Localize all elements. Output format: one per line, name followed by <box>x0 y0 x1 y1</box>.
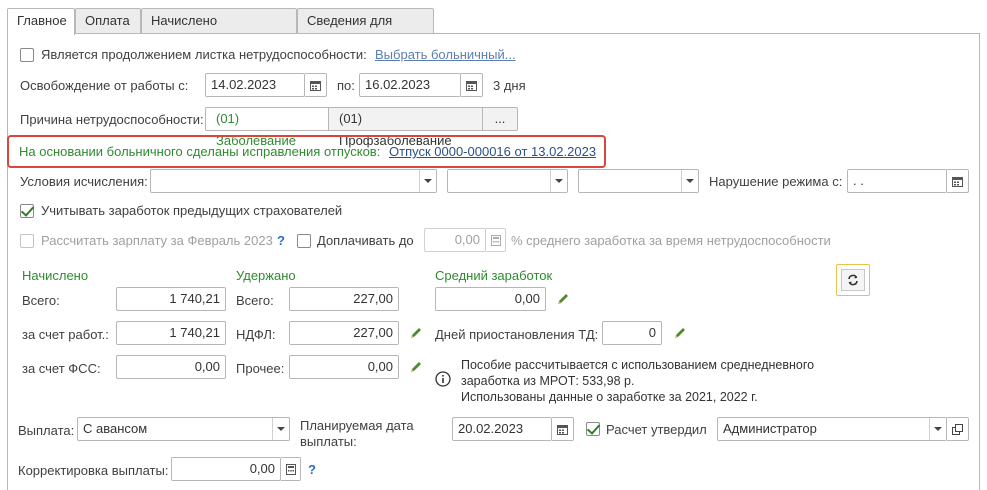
suspension-days-field[interactable]: 0 <box>602 321 662 345</box>
edit-ndfl-pencil-icon[interactable] <box>409 326 423 340</box>
info-text: Пособие рассчитывается с использованием … <box>461 357 814 405</box>
calendar-icon <box>310 80 321 91</box>
calendar-button[interactable] <box>947 169 969 193</box>
reason-option-illness[interactable]: (01) Заболевание <box>205 107 329 148</box>
release-to-field[interactable]: 16.02.2023 <box>359 73 461 97</box>
planned-date-label: Планируемая дата выплаты: <box>300 418 414 449</box>
conditions-label: Условия исчисления: <box>20 174 148 189</box>
tab-payment[interactable]: Оплата <box>75 8 141 34</box>
planned-date-field[interactable]: 20.02.2023 <box>452 417 552 441</box>
accrued-title: Начислено <box>22 268 89 283</box>
release-label: Освобождение от работы с: <box>20 78 189 93</box>
tab-bar: Главное Оплата Начислено (подробно) Свед… <box>0 0 987 52</box>
dropdown-arrow-icon[interactable] <box>681 170 698 192</box>
payment-select[interactable]: С авансом <box>77 417 290 441</box>
calculator-icon <box>285 463 296 475</box>
suspension-days-label: Дней приостановления ТД: <box>435 327 599 342</box>
edit-average-pencil-icon[interactable] <box>556 292 570 306</box>
withheld-ndfl-field[interactable]: 227,00 <box>289 321 399 345</box>
calculator-button[interactable] <box>486 228 506 252</box>
violation-date-field[interactable]: . . <box>847 169 947 193</box>
correction-notice-text: На основании больничного сделаны исправл… <box>19 144 381 159</box>
salary-calc-checkbox[interactable] <box>20 234 34 248</box>
info-line: Пособие рассчитывается с использованием … <box>461 358 815 372</box>
calculator-icon <box>490 234 501 246</box>
accrued-fss-field[interactable]: 0,00 <box>116 355 226 379</box>
correction-label: Корректировка выплаты: <box>18 463 169 478</box>
refresh-button-inner <box>841 269 865 291</box>
reason-option-occupational[interactable]: (01) Профзаболевание <box>328 107 483 148</box>
withheld-title: Удержано <box>236 268 296 283</box>
withheld-ndfl-label: НДФЛ: <box>236 327 276 342</box>
approved-checkbox[interactable] <box>586 422 600 436</box>
calendar-button[interactable] <box>552 417 574 441</box>
days-count: 3 дня <box>493 78 526 93</box>
open-user-button[interactable] <box>947 417 969 441</box>
salary-calc-label: Рассчитать зарплату за Февраль 2023 <box>41 233 273 248</box>
average-earnings-field[interactable]: 0,00 <box>435 287 546 311</box>
open-icon <box>952 423 963 435</box>
correction-field[interactable]: 0,00 <box>171 457 281 481</box>
dropdown-arrow-icon[interactable] <box>419 170 436 192</box>
tab-accrued-detailed[interactable]: Начислено (подробно) <box>141 8 297 52</box>
refresh-icon <box>848 274 858 286</box>
correction-help-icon[interactable]: ? <box>308 462 316 477</box>
topup-suffix: % среднего заработка за время нетрудоспо… <box>511 233 831 248</box>
prev-insurers-label: Учитывать заработок предыдущих страховат… <box>41 203 343 218</box>
select-sick-leave-link[interactable]: Выбрать больничный... <box>375 47 516 62</box>
reason-more-button[interactable]: ... <box>482 107 518 131</box>
topup-checkbox[interactable] <box>297 234 311 248</box>
refresh-button[interactable] <box>836 264 870 296</box>
calendar-icon <box>466 80 477 91</box>
payment-label: Выплата: <box>18 423 75 438</box>
info-icon <box>435 371 451 387</box>
conditions-select-2[interactable] <box>447 169 568 193</box>
release-from-field[interactable]: 14.02.2023 <box>205 73 305 97</box>
continuation-checkbox[interactable] <box>20 48 34 62</box>
violation-label: Нарушение режима с: <box>709 174 843 189</box>
conditions-select-3[interactable] <box>578 169 699 193</box>
calculator-button[interactable] <box>281 457 301 481</box>
withheld-other-field[interactable]: 0,00 <box>289 355 399 379</box>
edit-other-pencil-icon[interactable] <box>409 360 423 374</box>
accrued-employer-label: за счет работ.: <box>22 327 109 342</box>
withheld-total-label: Всего: <box>236 293 274 308</box>
tab-main[interactable]: Главное <box>7 8 75 35</box>
dropdown-arrow-icon[interactable] <box>550 170 567 192</box>
withheld-total-field[interactable]: 227,00 <box>289 287 399 311</box>
accrued-total-field[interactable]: 1 740,21 <box>116 287 226 311</box>
continuation-label: Является продолжением листка нетрудоспос… <box>41 47 367 62</box>
calendar-icon <box>557 424 568 435</box>
calendar-button[interactable] <box>305 73 327 97</box>
approved-by-select[interactable]: Администратор <box>717 417 947 441</box>
dropdown-arrow-icon[interactable] <box>929 418 946 440</box>
average-earnings-title: Средний заработок <box>435 268 553 283</box>
calendar-button[interactable] <box>461 73 483 97</box>
edit-suspension-pencil-icon[interactable] <box>673 326 687 340</box>
conditions-select-1[interactable] <box>150 169 437 193</box>
topup-label: Доплачивать до <box>317 233 414 248</box>
accrued-fss-label: за счет ФСС: <box>22 361 101 376</box>
info-line: заработка из МРОТ: 533,98 р. <box>461 374 635 388</box>
withheld-other-label: Прочее: <box>236 361 285 376</box>
accrued-total-label: Всего: <box>22 293 60 308</box>
salary-calc-help-icon[interactable]: ? <box>277 233 285 248</box>
approved-label: Расчет утвердил <box>606 422 707 437</box>
dropdown-arrow-icon[interactable] <box>272 418 289 440</box>
reason-label: Причина нетрудоспособности: <box>20 112 204 127</box>
info-line: Использованы данные о заработке за 2021,… <box>461 390 758 404</box>
prev-insurers-checkbox[interactable] <box>20 204 34 218</box>
topup-percent-field[interactable]: 0,00 <box>424 228 486 252</box>
release-to-label: по: <box>337 78 355 93</box>
tab-fss-info[interactable]: Сведения для ФСС <box>297 8 434 52</box>
vacation-document-link[interactable]: Отпуск 0000-000016 от 13.02.2023 <box>389 144 596 159</box>
accrued-employer-field[interactable]: 1 740,21 <box>116 321 226 345</box>
calendar-icon <box>952 176 963 187</box>
